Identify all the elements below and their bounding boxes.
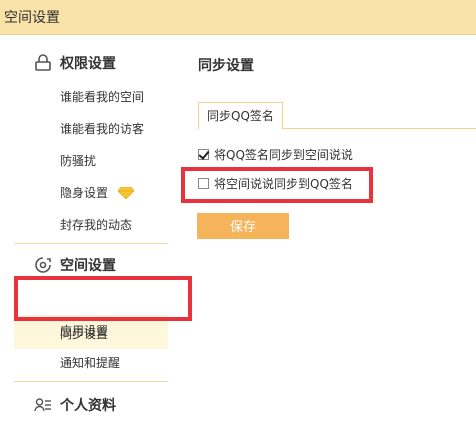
sidebar-item-label: 隐身设置 (60, 186, 109, 200)
title-bar: 空间设置 (0, 0, 476, 35)
section-permissions[interactable]: 权限设置 (34, 52, 116, 74)
section-label: 权限设置 (60, 56, 116, 72)
sidebar-item-who-can-see-space[interactable]: 谁能看我的空间 (60, 88, 144, 105)
divider (14, 381, 168, 382)
profile-card-icon (34, 396, 52, 414)
tab-sync-qq-signature[interactable]: 同步QQ签名 (198, 102, 283, 130)
section-label: 个人资料 (60, 398, 116, 414)
highlight-box (14, 276, 192, 321)
option-label: 将QQ签名同步到空间说说 (214, 148, 353, 162)
main-panel: 同步设置 同步QQ签名 将QQ签名同步到空间说说 将空间说说同步到QQ签名 保存 (186, 35, 476, 424)
section-space-settings[interactable]: 空间设置 (34, 254, 116, 276)
lock-icon (34, 54, 52, 72)
checkbox-checked[interactable] (198, 149, 209, 160)
sidebar: 权限设置 谁能看我的空间 谁能看我的访客 防骚扰 隐身设置 封存我的动态 空间设… (0, 35, 186, 424)
section-label: 空间设置 (60, 258, 116, 274)
sidebar-item-stealth[interactable]: 隐身设置 (60, 184, 135, 201)
settings-gear-icon (34, 256, 52, 274)
sidebar-item-anti-harassment[interactable]: 防骚扰 (60, 152, 96, 169)
sidebar-item-who-can-see-visitors[interactable]: 谁能看我的访客 (60, 120, 144, 137)
sidebar-item-notifications[interactable]: 通知和提醒 (60, 354, 120, 371)
divider (14, 243, 168, 244)
sidebar-item-app-settings[interactable]: 应用设置 (60, 322, 108, 339)
sidebar-item-archive-feed[interactable]: 封存我的动态 (60, 216, 132, 233)
page-title: 同步设置 (198, 58, 254, 74)
section-profile[interactable]: 个人资料 (34, 394, 116, 416)
save-button[interactable]: 保存 (197, 213, 289, 239)
window-title: 空间设置 (4, 10, 60, 26)
highlight-box (181, 167, 373, 203)
diamond-icon (117, 186, 135, 199)
option-qq-sig-to-shuoshuo[interactable]: 将QQ签名同步到空间说说 (198, 146, 353, 163)
